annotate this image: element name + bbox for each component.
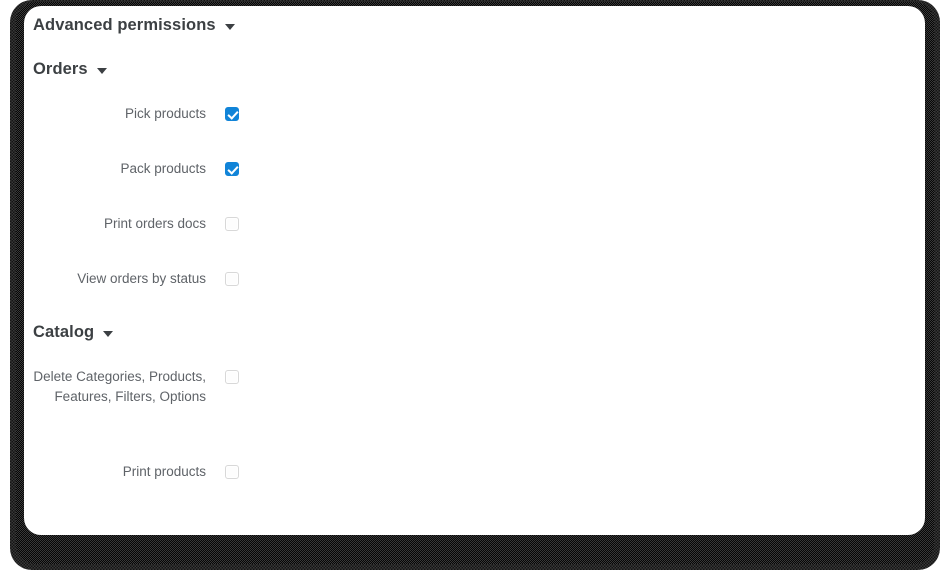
- section-header-orders[interactable]: Orders: [33, 60, 107, 79]
- permission-row[interactable]: View orders by status: [24, 269, 239, 289]
- permission-row[interactable]: Print products: [24, 462, 239, 482]
- permission-row[interactable]: Pick products: [24, 104, 239, 124]
- page-title-label: Advanced permissions: [33, 16, 216, 34]
- permission-checkbox[interactable]: [225, 370, 239, 384]
- permission-label: Pick products: [124, 106, 206, 121]
- permission-label: Print products: [122, 464, 206, 479]
- section-header-catalog[interactable]: Catalog: [33, 323, 114, 342]
- permission-label: View orders by status: [77, 271, 206, 286]
- permission-label: Delete Categories, Products, Features, F…: [33, 369, 206, 404]
- permission-checkbox[interactable]: [225, 162, 239, 176]
- section-header-orders-label: Orders: [33, 60, 88, 78]
- permission-checkbox[interactable]: [225, 465, 239, 479]
- permission-row[interactable]: Pack products: [24, 159, 239, 179]
- chevron-down-icon[interactable]: [103, 331, 114, 337]
- permission-checkbox[interactable]: [225, 272, 239, 286]
- permission-row[interactable]: Print orders docs: [24, 214, 239, 234]
- page-title[interactable]: Advanced permissions: [33, 16, 235, 35]
- permission-checkbox[interactable]: [225, 217, 239, 231]
- chevron-down-icon[interactable]: [96, 68, 107, 74]
- permission-row[interactable]: Delete Categories, Products, Features, F…: [24, 367, 239, 407]
- advanced-permissions-card: Advanced permissions Orders Pick product…: [24, 6, 925, 535]
- chevron-down-icon[interactable]: [224, 24, 235, 30]
- permission-label: Print orders docs: [103, 216, 206, 231]
- section-header-catalog-label: Catalog: [33, 323, 95, 341]
- permission-label: Pack products: [120, 161, 206, 176]
- permission-checkbox[interactable]: [225, 107, 239, 121]
- screenshot-stage: Advanced permissions Orders Pick product…: [0, 0, 949, 576]
